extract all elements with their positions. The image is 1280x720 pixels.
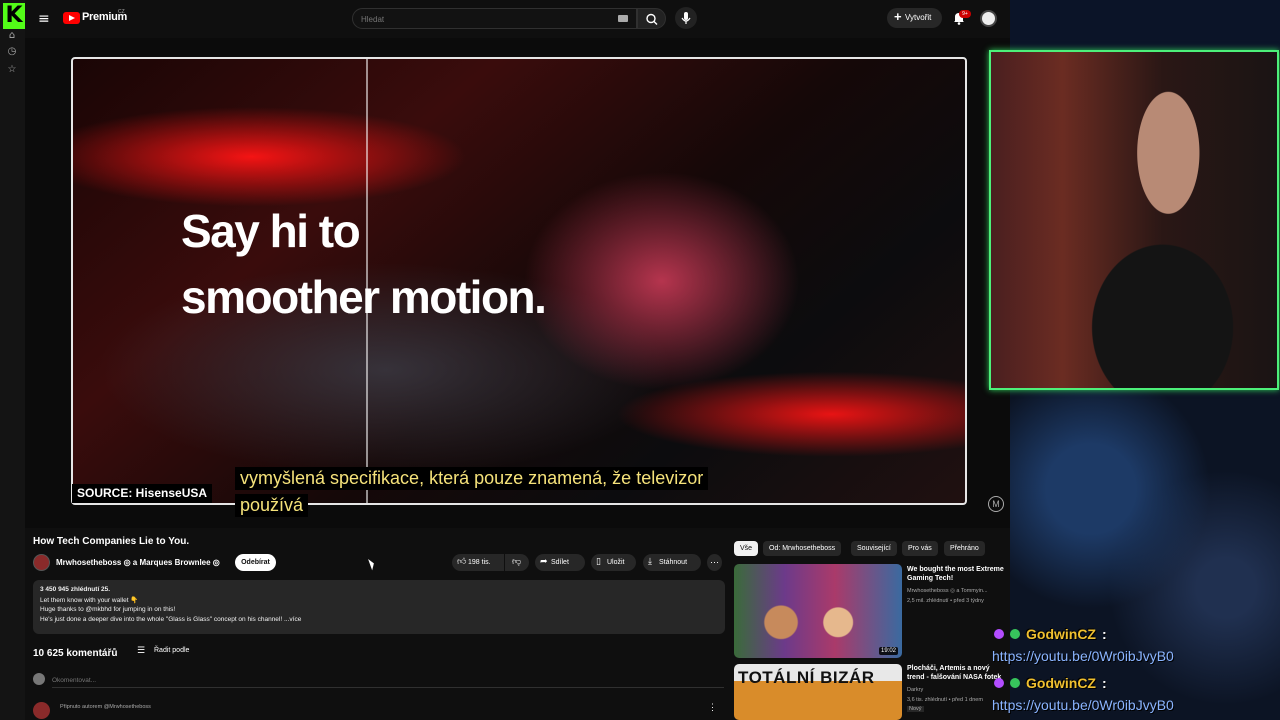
description-line: Huge thanks to @mkbhd for jumping in on …	[40, 606, 176, 613]
comment-input[interactable]	[52, 674, 724, 688]
chip-all[interactable]: Vše	[734, 541, 759, 556]
dislike-button[interactable]: 👎︎	[505, 554, 529, 571]
chip-watched[interactable]: Přehráno	[944, 541, 985, 556]
kick-sidebar	[0, 0, 25, 720]
stream-background-top	[1010, 0, 1280, 50]
chat-verified-icon	[1010, 629, 1020, 639]
menu-icon[interactable]: ≡	[38, 12, 50, 26]
pinned-comment-avatar[interactable]	[33, 702, 50, 719]
like-count: 198 tis.	[468, 559, 491, 566]
save-button[interactable]: ▯ Uložit	[591, 554, 636, 571]
recommendation-meta: 2,5 mil. zhlédnutí • před 3 týdny	[907, 598, 984, 604]
thumbs-up-icon: 👍︎	[457, 557, 467, 567]
pinned-note: Připnuto autorem @Mrwhosetheboss	[60, 704, 151, 710]
star-icon[interactable]: ☆	[6, 64, 18, 76]
new-badge: Nový	[907, 706, 924, 712]
subtitle-line2: používá	[235, 494, 309, 517]
channel-watermark-icon[interactable]: M	[988, 496, 1004, 512]
streamer-webcam	[989, 50, 1279, 390]
search-icon	[646, 13, 658, 25]
like-button[interactable]: 👍︎ 198 tis.	[452, 554, 504, 571]
chat-badge-icon	[994, 629, 1004, 639]
description-line: Let them know with your wallet 👇	[40, 597, 139, 604]
region-code: CZ	[118, 9, 125, 15]
video-source-label: SOURCE: HisenseUSA	[72, 484, 213, 503]
chat-badge-icon	[994, 678, 1004, 688]
recommendation-thumbnail[interactable]	[734, 564, 902, 658]
share-icon: ➦	[540, 557, 548, 567]
account-avatar[interactable]	[980, 10, 997, 27]
video-duration: 19:02	[879, 647, 899, 655]
chat-separator: :	[1102, 675, 1107, 691]
chip-related[interactable]: Související	[851, 541, 897, 556]
chat-separator: :	[1102, 626, 1107, 642]
download-button[interactable]: ⤓ Stáhnout	[643, 554, 701, 571]
recommendation-title[interactable]: We bought the most Extreme Gaming Tech!	[907, 565, 1007, 583]
search-input[interactable]	[359, 12, 599, 26]
description-stats: 3 450 945 zhlédnutí 25.	[40, 586, 111, 593]
chat-verified-icon	[1010, 678, 1020, 688]
recommendation-channel[interactable]: Darkry	[907, 686, 1007, 694]
user-avatar	[33, 673, 45, 685]
channel-names[interactable]: Mrwhosetheboss ◎ a Marques Brownlee ◎	[56, 558, 220, 567]
description-box[interactable]: 3 450 945 zhlédnutí 25. Let them know wi…	[33, 580, 725, 634]
keyboard-icon[interactable]	[618, 15, 628, 22]
chat-message[interactable]: https://youtu.be/0Wr0ibJvyB0	[992, 648, 1174, 664]
more-actions-button[interactable]: ⋯	[707, 554, 722, 571]
notification-badge: 9+	[959, 10, 971, 18]
share-button[interactable]: ➦ Sdílet	[535, 554, 585, 571]
chip-from-channel[interactable]: Od: Mrwhosetheboss	[763, 541, 842, 556]
recommendation-thumbnail[interactable]: TOTÁLNÍ BIZÁR	[734, 664, 902, 720]
share-label: Sdílet	[551, 559, 569, 566]
thumbnail-text: TOTÁLNÍ BIZÁR	[738, 668, 875, 687]
subtitle-line1: vymyšlená specifikace, která pouze zname…	[235, 467, 709, 490]
more-icon: ⋯	[710, 557, 719, 567]
recommendation-channel[interactable]: Mrwhosetheboss ◎ a Tommyin...	[907, 587, 1007, 595]
youtube-logo-icon[interactable]	[63, 12, 80, 24]
chat-username[interactable]: GodwinCZ	[1026, 626, 1096, 642]
home-icon[interactable]: ⌂	[6, 30, 18, 42]
mouse-cursor	[368, 557, 376, 571]
search-button[interactable]	[637, 8, 666, 29]
kick-logo[interactable]: K	[3, 3, 25, 29]
description-line: He's just done a deeper dive into the wh…	[40, 616, 302, 623]
search-box[interactable]	[352, 8, 637, 29]
chat-message[interactable]: https://youtu.be/0Wr0ibJvyB0	[992, 697, 1174, 713]
stream-background	[1010, 390, 1280, 720]
subscribe-button[interactable]: Odebírat	[235, 554, 276, 571]
download-label: Stáhnout	[659, 559, 688, 566]
recommendation-title[interactable]: Plocháči, Artemis a nový trend - falšová…	[907, 664, 1007, 682]
thumbs-down-icon: 👎︎	[512, 557, 522, 567]
create-button[interactable]: Vytvořit	[887, 7, 942, 28]
save-label: Uložit	[607, 559, 625, 566]
sort-comments-button[interactable]: Řadit podle	[137, 646, 189, 656]
microphone-icon	[681, 12, 691, 24]
chat-username[interactable]: GodwinCZ	[1026, 675, 1096, 691]
comments-count: 10 625 komentářů	[33, 648, 118, 659]
voice-search-button[interactable]	[675, 7, 697, 29]
chip-for-you[interactable]: Pro vás	[902, 541, 938, 556]
channel-avatar[interactable]	[33, 554, 50, 571]
bookmark-icon: ▯	[596, 557, 601, 567]
video-headline-line2: smoother motion.	[181, 271, 547, 323]
video-title: How Tech Companies Lie to You.	[33, 536, 190, 547]
download-icon: ⤓	[648, 557, 652, 567]
clock-icon[interactable]: ◷	[6, 46, 18, 58]
video-headline-line1: Say hi to	[181, 205, 361, 257]
video-frame[interactable]: Say hi to smoother motion.	[71, 57, 967, 505]
comment-menu-icon[interactable]: ⋮	[708, 702, 717, 713]
